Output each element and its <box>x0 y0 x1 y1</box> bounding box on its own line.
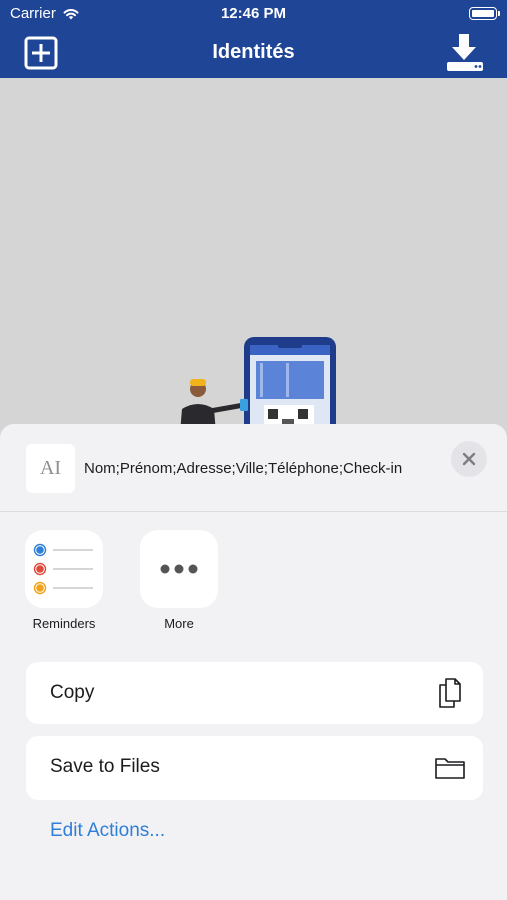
page-title: Identités <box>212 41 295 63</box>
close-button[interactable] <box>451 441 487 477</box>
download-button[interactable] <box>445 32 485 72</box>
app-label-reminders: Reminders <box>32 616 96 631</box>
folder-icon <box>435 758 465 779</box>
share-sheet: AI Nom;Prénom;Adresse;Ville;Téléphone;Ch… <box>0 424 507 900</box>
clock: 12:46 PM <box>220 5 287 22</box>
app-reminders[interactable]: Reminders <box>24 530 104 631</box>
edit-actions-link[interactable]: Edit Actions... <box>50 820 165 842</box>
reminders-icon <box>25 530 103 608</box>
more-icon <box>140 530 218 608</box>
close-icon <box>462 452 476 466</box>
download-icon <box>447 34 483 71</box>
text-document-icon: AI <box>39 457 62 479</box>
navigation-bar: Identités <box>0 28 507 78</box>
copy-action[interactable]: Copy <box>26 662 483 724</box>
battery-icon <box>469 7 500 20</box>
status-bar: Carrier 12:46 PM <box>0 0 507 28</box>
copy-label: Copy <box>50 682 95 703</box>
save-to-files-action[interactable]: Save to Files <box>26 736 483 800</box>
document-thumbnail: AI <box>26 444 75 493</box>
app-more[interactable]: More <box>139 530 219 631</box>
save-to-files-label: Save to Files <box>50 756 160 777</box>
document-title: Nom;Prénom;Adresse;Ville;Téléphone;Check… <box>84 460 403 477</box>
app-label-more: More <box>164 616 194 631</box>
share-sheet-header: AI Nom;Prénom;Adresse;Ville;Téléphone;Ch… <box>0 424 507 512</box>
share-apps-row: Reminders More <box>0 530 507 640</box>
copy-icon <box>439 678 461 708</box>
